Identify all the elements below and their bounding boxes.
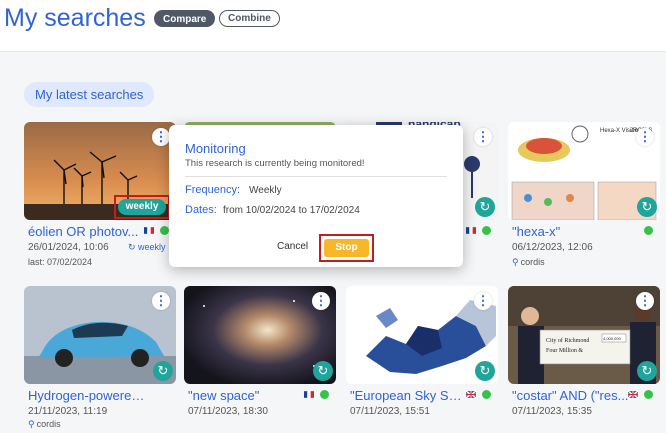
more-vert-icon[interactable]: ⋮ <box>152 128 170 146</box>
card-title[interactable]: "European Sky Shi... <box>350 388 468 403</box>
card-title[interactable]: Hydrogen-powered ... <box>28 388 146 403</box>
card-date: 07/11/2023, 18:30 <box>188 406 268 417</box>
section-label: My latest searches <box>24 82 155 107</box>
search-icon: ⚲ <box>512 257 519 267</box>
status-dot <box>482 226 491 235</box>
refresh-icon[interactable]: ↻ <box>637 361 657 381</box>
flag-gb-icon <box>466 391 476 398</box>
card-title[interactable]: "new space" <box>188 388 306 403</box>
dates-value: from 10/02/2024 to 17/02/2024 <box>223 205 360 216</box>
card-date: 07/11/2023, 15:51 <box>350 406 430 417</box>
card-title[interactable]: éolien OR photov... <box>28 224 146 239</box>
more-vert-icon[interactable]: ⋮ <box>636 128 654 146</box>
dialog-title: Monitoring <box>185 141 246 156</box>
dialog-divider <box>185 176 447 177</box>
card-thumbnail: City of Richmond Four Million & 4,000,00… <box>508 286 660 384</box>
card-last-date: last: 07/02/2024 <box>28 257 93 267</box>
status-dot <box>644 226 653 235</box>
dialog-message: This research is currently being monitor… <box>185 158 365 169</box>
card-title[interactable]: "hexa-x" <box>512 224 630 239</box>
monitoring-dialog: Monitoring This research is currently be… <box>169 125 463 267</box>
card-thumbnail: ⋮ ↻ <box>24 286 176 384</box>
flag-fr-icon <box>466 227 476 234</box>
flag-fr-icon <box>144 227 154 234</box>
status-dot <box>160 226 169 235</box>
page-title: My searches <box>4 4 146 32</box>
sync-icon: ↻ <box>128 242 139 252</box>
weekly-badge-highlight: weekly <box>114 195 170 219</box>
card-thumbnail: Hexa-X Vision JRC2LS ⋮ ↻ <box>508 122 660 220</box>
refresh-icon[interactable]: ↻ <box>475 361 495 381</box>
card-source: ⚲ cordis <box>28 419 61 429</box>
header: My searches Compare Combine <box>0 0 666 52</box>
status-dot <box>320 390 329 399</box>
cheque-city-text: City of Richmond <box>546 337 589 344</box>
stop-button-highlight: Stop <box>319 234 374 262</box>
status-dot <box>644 390 653 399</box>
flag-gb-icon <box>628 391 638 398</box>
card-date: 06/12/2023, 12:06 <box>512 242 593 253</box>
flag-fr-icon <box>304 391 314 398</box>
search-card[interactable]: ⋮ ↻ "European Sky Shi... 07/11/2023, 15:… <box>346 286 498 433</box>
search-icon: ⚲ <box>28 419 35 429</box>
card-date: 26/01/2024, 10:06 <box>28 242 109 253</box>
card-date: 21/11/2023, 11:19 <box>28 406 108 417</box>
cheque-sum-text: 4,000,000 <box>603 336 622 341</box>
more-vert-icon[interactable]: ⋮ <box>474 292 492 310</box>
status-dot <box>482 390 491 399</box>
frequency-value: Weekly <box>249 185 282 196</box>
card-thumbnail: ⋮ ↻ <box>346 286 498 384</box>
card-date: 07/11/2023, 15:35 <box>512 406 592 417</box>
refresh-icon[interactable]: ↻ <box>313 361 333 381</box>
cheque-amount-text: Four Million & <box>546 348 583 354</box>
more-vert-icon[interactable]: ⋮ <box>312 292 330 310</box>
search-card[interactable]: City of Richmond Four Million & 4,000,00… <box>508 286 660 433</box>
search-card[interactable]: ⋮ ↻ Hydrogen-powered ... 21/11/2023, 11:… <box>24 286 176 433</box>
card-source: ⚲ cordis <box>512 257 545 267</box>
frequency-label: Frequency: <box>185 184 241 196</box>
more-vert-icon[interactable]: ⋮ <box>636 292 654 310</box>
refresh-icon[interactable]: ↻ <box>637 197 657 217</box>
card-frequency: ↻ weekly <box>128 242 166 252</box>
dates-label: Dates: <box>185 204 217 216</box>
search-card[interactable]: ⋮ ↻ "new space" 07/11/2023, 18:30 <box>184 286 336 433</box>
card-thumbnail: ⋮ ↻ <box>184 286 336 384</box>
stop-button[interactable]: Stop <box>324 239 369 257</box>
card-title[interactable]: "costar" AND ("res... <box>512 388 630 403</box>
weekly-badge[interactable]: weekly <box>118 199 166 215</box>
refresh-icon[interactable]: ↻ <box>153 361 173 381</box>
refresh-icon[interactable]: ↻ <box>475 197 495 217</box>
more-vert-icon[interactable]: ⋮ <box>474 128 492 146</box>
cancel-button[interactable]: Cancel <box>277 241 308 252</box>
more-vert-icon[interactable]: ⋮ <box>152 292 170 310</box>
combine-button[interactable]: Combine <box>219 10 280 27</box>
search-card[interactable]: Hexa-X Vision JRC2LS ⋮ ↻ "hexa-x" 06/12/… <box>508 122 660 274</box>
compare-button[interactable]: Compare <box>154 10 216 27</box>
